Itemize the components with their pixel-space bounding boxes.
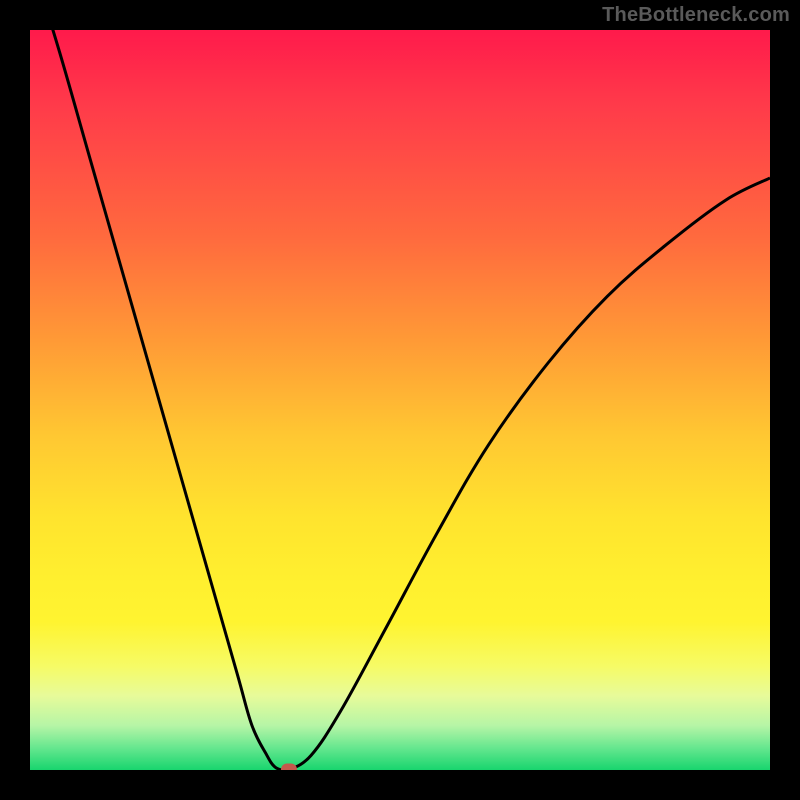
bottleneck-curve	[30, 30, 770, 770]
chart-stage: TheBottleneck.com	[0, 0, 800, 800]
curve-layer	[30, 30, 770, 770]
plot-area	[30, 30, 770, 770]
watermark-text: TheBottleneck.com	[602, 4, 790, 27]
optimum-marker	[281, 764, 297, 771]
